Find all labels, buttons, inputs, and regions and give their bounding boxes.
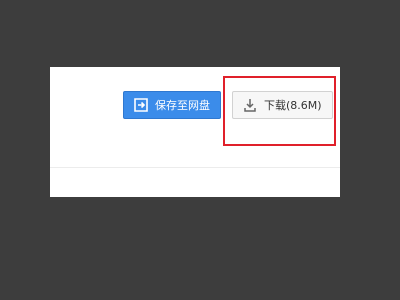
file-action-panel: 保存至网盘 下载(8.6M) [50, 67, 340, 197]
panel-divider [50, 167, 340, 168]
download-button[interactable]: 下载(8.6M) [232, 91, 333, 119]
download-icon [242, 97, 258, 113]
save-to-cloud-icon [133, 97, 149, 113]
save-to-cloud-button[interactable]: 保存至网盘 [123, 91, 221, 119]
save-to-cloud-label: 保存至网盘 [155, 99, 210, 112]
download-label: 下载(8.6M) [264, 99, 322, 112]
